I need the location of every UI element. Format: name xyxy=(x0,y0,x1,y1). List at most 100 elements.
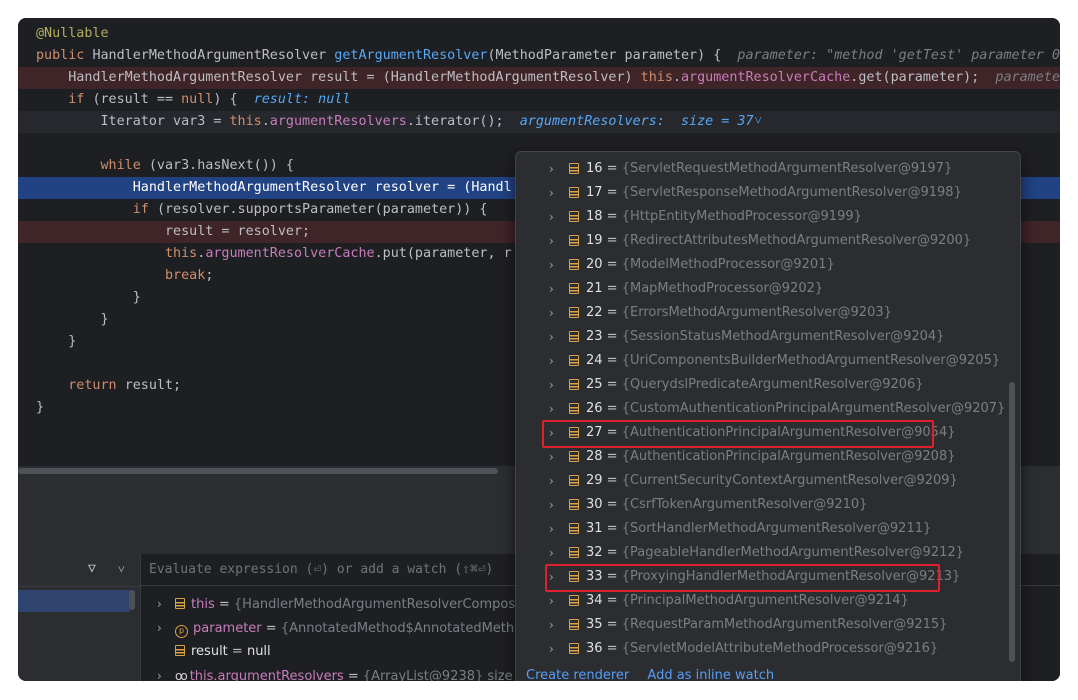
element-index: 30 xyxy=(586,497,603,512)
array-element-row[interactable]: › 20 = {ModelMethodProcessor@9201} xyxy=(516,253,1006,277)
chevron-right-icon[interactable]: › xyxy=(549,613,567,637)
chevron-right-icon[interactable]: › xyxy=(549,589,567,613)
element-value: {UriComponentsBuilderMethodArgumentResol… xyxy=(621,353,1001,368)
array-element-row[interactable]: › 17 = {ServletResponseMethodArgumentReso… xyxy=(516,181,1006,205)
variable-row[interactable]: result = null xyxy=(175,640,271,664)
array-element-row[interactable]: › 19 = {RedirectAttributesMethodArgumentR… xyxy=(516,229,1006,253)
chevron-right-icon[interactable]: › xyxy=(157,664,175,681)
code-token: break xyxy=(165,268,206,283)
chevron-right-icon[interactable]: › xyxy=(549,349,567,373)
code-token: getArgumentResolver xyxy=(334,48,488,63)
chevron-right-icon[interactable]: › xyxy=(549,277,567,301)
variable-value: null xyxy=(246,644,271,659)
scrollbar-thumb[interactable] xyxy=(18,468,498,474)
element-index: 16 xyxy=(586,161,603,176)
element-value: {CustomAuthenticationPrincipalArgumentRe… xyxy=(621,401,1006,416)
chevron-right-icon[interactable]: › xyxy=(549,637,567,661)
element-index: 32 xyxy=(586,545,603,560)
variable-row[interactable]: › this = {HandlerMethodArgumentResolverCo… xyxy=(157,592,515,616)
selected-frame[interactable] xyxy=(18,590,130,612)
array-element-row[interactable]: › 28 = {AuthenticationPrincipalArgumentRe… xyxy=(516,445,1006,469)
field-icon xyxy=(569,331,579,342)
array-element-row[interactable]: › 25 = {QuerydslPredicateArgumentResolver… xyxy=(516,373,1006,397)
chevron-right-icon[interactable]: › xyxy=(157,616,175,640)
element-value: {SessionStatusMethodArgumentResolver@920… xyxy=(621,329,945,344)
code-token: this xyxy=(229,114,262,129)
array-element-row[interactable]: › 26 = {CustomAuthenticationPrincipalArgu… xyxy=(516,397,1006,421)
ide-window: @Nullable public HandlerMethodArgumentRes… xyxy=(18,18,1060,681)
chevron-right-icon[interactable]: › xyxy=(549,445,567,469)
chevron-right-icon[interactable]: › xyxy=(549,157,567,181)
chevron-right-icon[interactable]: › xyxy=(157,592,175,616)
code-line[interactable]: public HandlerMethodArgumentResolver get… xyxy=(18,45,1060,67)
array-element-row[interactable]: › 35 = {RequestParamMethodArgumentResolve… xyxy=(516,613,1006,637)
chevron-right-icon[interactable]: › xyxy=(549,181,567,205)
code-token: ; xyxy=(205,268,214,283)
code-token: argumentResolverCache xyxy=(205,246,375,261)
chevron-right-icon[interactable]: › xyxy=(549,325,567,349)
code-line[interactable]: Iterator var3 = this.argumentResolvers.i… xyxy=(18,111,1060,133)
element-index: 19 xyxy=(586,233,603,248)
element-index: 17 xyxy=(586,185,603,200)
variable-name: this xyxy=(191,597,215,612)
code-token: Iterator var3 = xyxy=(36,114,230,129)
code-token: (result == xyxy=(92,92,182,107)
chevron-right-icon[interactable]: › xyxy=(549,541,567,565)
element-index: 29 xyxy=(586,473,603,488)
add-inline-watch-link[interactable]: Add as inline watch xyxy=(647,668,774,681)
array-element-row[interactable]: › 31 = {SortHandlerMethodArgumentResolver… xyxy=(516,517,1006,541)
code-line[interactable]: if (result == null) { result: null xyxy=(18,89,1060,111)
element-value: {ModelMethodProcessor@9201} xyxy=(621,257,835,272)
array-element-row[interactable]: › 24 = {UriComponentsBuilderMethodArgumen… xyxy=(516,349,1006,373)
array-element-row[interactable]: › 22 = {ErrorsMethodArgumentResolver@9203… xyxy=(516,301,1006,325)
inline-debug-hint: result: null xyxy=(253,92,351,107)
element-index: 34 xyxy=(586,593,603,608)
inline-debug-hint: ˅ xyxy=(753,114,763,129)
element-index: 24 xyxy=(586,353,603,368)
chevron-right-icon[interactable]: › xyxy=(549,469,567,493)
field-icon xyxy=(569,187,579,198)
array-element-row[interactable]: › 21 = {MapMethodProcessor@9202} xyxy=(516,277,1006,301)
element-index: 31 xyxy=(586,521,603,536)
chevron-right-icon[interactable]: › xyxy=(549,253,567,277)
array-element-row[interactable]: › 30 = {CsrfTokenArgumentResolver@9210} xyxy=(516,493,1006,517)
array-element-row[interactable]: › 29 = {CurrentSecurityContextArgumentRes… xyxy=(516,469,1006,493)
frames-scrollbar[interactable] xyxy=(129,590,135,610)
element-index: 36 xyxy=(586,641,603,656)
code-token: @Nullable xyxy=(36,26,109,41)
field-icon xyxy=(569,523,579,534)
element-value: {HttpEntityMethodProcessor@9199} xyxy=(621,209,862,224)
filter-icon[interactable]: ▽ xyxy=(88,562,102,576)
chevron-down-icon[interactable]: ˅ xyxy=(118,562,125,576)
code-line[interactable]: @Nullable xyxy=(18,23,1060,45)
array-element-row[interactable]: › 32 = {PageableHandlerMethodArgumentReso… xyxy=(516,541,1006,565)
array-element-row[interactable]: › 16 = {ServletRequestMethodArgumentResol… xyxy=(516,157,1006,181)
code-token: .iterator(); xyxy=(406,114,520,129)
chevron-right-icon[interactable]: › xyxy=(549,229,567,253)
create-renderer-link[interactable]: Create renderer xyxy=(526,668,629,681)
inline-debug-hint: argumentResolvers: size = 37 xyxy=(519,114,754,129)
chevron-right-icon[interactable]: › xyxy=(549,301,567,325)
popup-scrollbar[interactable] xyxy=(1009,382,1015,662)
code-line[interactable]: HandlerMethodArgumentResolver result = (… xyxy=(18,67,1060,89)
chevron-right-icon[interactable]: › xyxy=(549,373,567,397)
chevron-right-icon[interactable]: › xyxy=(549,517,567,541)
array-element-row[interactable]: › 34 = {PrincipalMethodArgumentResolver@9… xyxy=(516,589,1006,613)
array-element-row[interactable]: › 36 = {ServletModelAttributeMethodProces… xyxy=(516,637,1006,661)
array-element-row[interactable]: › 18 = {HttpEntityMethodProcessor@9199} xyxy=(516,205,1006,229)
variable-row[interactable]: › p parameter = {AnnotatedMethod$Annotated… xyxy=(157,616,522,640)
inline-debug-hint: parameter: "method 'getTest' parameter 0… xyxy=(737,48,1060,63)
variable-row[interactable]: › oo this.argumentResolvers = {ArrayList@9… xyxy=(157,664,548,681)
field-icon xyxy=(569,547,579,558)
code-token: this xyxy=(640,70,673,85)
field-icon xyxy=(175,598,185,609)
field-icon xyxy=(569,259,579,270)
chevron-right-icon[interactable]: › xyxy=(549,205,567,229)
array-element-row[interactable]: › 23 = {SessionStatusMethodArgumentResolv… xyxy=(516,325,1006,349)
variable-name: result xyxy=(191,644,228,659)
chevron-right-icon[interactable]: › xyxy=(549,397,567,421)
chevron-right-icon[interactable]: › xyxy=(549,493,567,517)
